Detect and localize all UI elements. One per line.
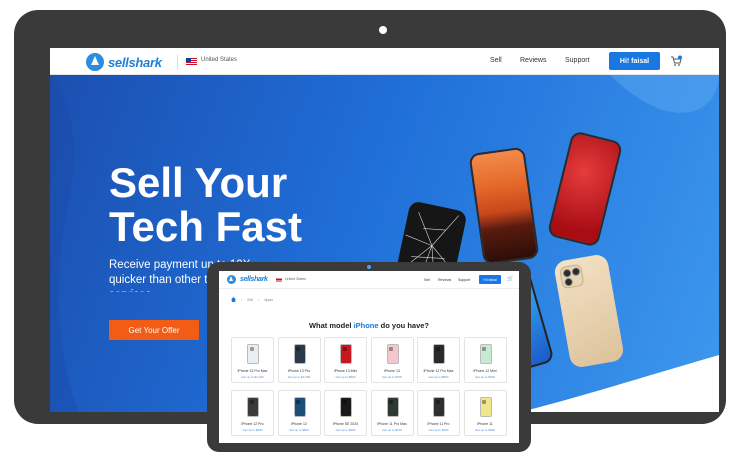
phone-thumbnail-icon	[433, 397, 445, 417]
nav-support-link[interactable]: Support	[565, 57, 590, 64]
model-name: iPhone 12	[291, 422, 307, 426]
model-card[interactable]: iPhone 13 Pro Get up to $1,000	[277, 337, 321, 383]
tablet-logo-text: sellshark	[240, 276, 268, 283]
model-card[interactable]: iPhone 13 Mini Get up to $500	[324, 337, 367, 383]
top-navbar: sellshark United States Sell Reviews Sup…	[50, 48, 719, 75]
breadcrumb-apple[interactable]: Apple	[264, 298, 273, 302]
webcam-dot	[379, 26, 387, 34]
phone-thumbnail-icon	[479, 397, 492, 417]
breadcrumb-separator: ›	[258, 297, 260, 302]
tablet-nav-reviews[interactable]: Reviews	[438, 278, 451, 282]
model-price: Get up to $400	[475, 375, 495, 379]
model-name: iPhone 12 Pro Max	[423, 369, 454, 373]
cart-icon[interactable]	[670, 55, 682, 67]
model-name: iPhone 13	[384, 369, 400, 373]
shark-fin-icon	[227, 275, 236, 284]
model-price: Get up to $500	[289, 428, 309, 432]
heading-prefix: What model	[308, 321, 354, 330]
model-name: iPhone 13 Pro	[287, 369, 311, 373]
phone-thumbnail-icon	[433, 344, 445, 364]
model-price: Get up to $800	[428, 375, 449, 379]
model-name: iPhone SE 2020	[332, 422, 359, 426]
model-price: Get up to $200	[335, 428, 356, 432]
heading-brand: iPhone	[353, 321, 379, 330]
breadcrumb: › Sell › Apple	[231, 297, 273, 302]
model-name: iPhone 12 Mini	[473, 369, 497, 373]
user-account-button[interactable]: Hi! faisal	[609, 52, 660, 70]
nav-reviews-link[interactable]: Reviews	[520, 57, 546, 64]
tablet-brand-logo[interactable]: sellshark	[227, 275, 268, 284]
tablet-nav-sell[interactable]: Sell	[424, 278, 430, 282]
tablet-nav-support[interactable]: Support	[458, 278, 470, 282]
model-card[interactable]: iPhone 11 Pro Get up to $600	[417, 390, 460, 436]
model-price: Get up to $700	[382, 428, 402, 432]
phone-thumbnail-icon	[293, 344, 306, 364]
phone-thumbnail-icon	[479, 344, 492, 364]
model-grid: iPhone 13 Pro Max Get up to $1,100 iPhone …	[231, 337, 509, 436]
model-price: Get up to $600	[242, 428, 263, 432]
model-question-heading: What model iPhone do you have?	[219, 321, 519, 330]
model-name: iPhone 11 Pro Max	[377, 422, 407, 426]
model-name: iPhone 12 Pro	[241, 422, 264, 426]
brand-logo[interactable]: sellshark	[86, 52, 162, 72]
breadcrumb-separator: ›	[241, 297, 243, 302]
us-flag-icon[interactable]	[276, 278, 282, 282]
tablet-screen: sellshark United States Sell Reviews Sup…	[219, 271, 519, 443]
logo-text: sellshark	[108, 54, 162, 70]
model-name: iPhone 11	[477, 422, 493, 426]
model-price: Get up to $1,100	[241, 375, 264, 379]
tablet-navbar: sellshark United States Sell Reviews Sup…	[219, 271, 519, 289]
phone-thumbnail-icon	[247, 397, 259, 417]
tablet-cart-icon[interactable]: 🛒	[507, 276, 513, 282]
model-price: Get up to $400	[475, 428, 495, 432]
phone-thumbnail-icon	[340, 344, 352, 364]
us-flag-icon[interactable]	[186, 58, 197, 65]
tablet-user-button[interactable]: Hi! faisal	[479, 275, 501, 284]
phone-thumbnail-icon	[386, 397, 399, 417]
model-price: Get up to $700	[382, 375, 402, 379]
nav-sell-link[interactable]: Sell	[490, 57, 502, 64]
model-name: iPhone 11 Pro	[427, 422, 450, 426]
camera-module-icon	[558, 263, 585, 290]
model-card[interactable]: iPhone 12 Pro Get up to $600	[231, 390, 274, 436]
model-price: Get up to $500	[335, 375, 356, 379]
tablet-device: sellshark United States Sell Reviews Sup…	[207, 262, 531, 452]
model-card[interactable]: iPhone 12 Get up to $500	[277, 390, 321, 436]
showcase-stage: sellshark United States Sell Reviews Sup…	[0, 0, 738, 462]
phone-thumbnail-icon	[340, 397, 352, 417]
model-price: Get up to $600	[428, 428, 449, 432]
country-selector[interactable]: United States	[201, 57, 237, 63]
phone-thumbnail-icon	[386, 344, 399, 364]
model-name: iPhone 13 Pro Max	[237, 369, 268, 373]
nav-divider	[177, 55, 178, 69]
breadcrumb-sell[interactable]: Sell	[247, 298, 253, 302]
model-card[interactable]: iPhone 11 Pro Max Get up to $700	[370, 390, 414, 436]
model-price: Get up to $1,000	[287, 375, 311, 379]
phone-thumbnail-icon	[247, 344, 259, 364]
model-card[interactable]: iPhone 13 Pro Max Get up to $1,100	[231, 337, 274, 383]
model-card[interactable]: iPhone 12 Mini Get up to $400	[463, 337, 507, 383]
shark-fin-icon	[86, 53, 104, 71]
get-offer-button[interactable]: Get Your Offer	[109, 320, 199, 340]
home-icon[interactable]	[231, 297, 236, 302]
model-card[interactable]: iPhone SE 2020 Get up to $200	[324, 390, 367, 436]
model-name: iPhone 13 Mini	[333, 369, 358, 373]
hero-title: Sell Your Tech Fast	[109, 159, 302, 250]
phone-thumbnail-icon	[293, 397, 306, 417]
model-card[interactable]: iPhone 13 Get up to $700	[370, 337, 414, 383]
heading-suffix: do you have?	[378, 321, 430, 330]
tablet-camera-dot	[367, 265, 371, 269]
model-card[interactable]: iPhone 12 Pro Max Get up to $800	[417, 337, 460, 383]
tablet-country-selector[interactable]: United States	[285, 277, 306, 281]
model-card[interactable]: iPhone 11 Get up to $400	[463, 390, 507, 436]
